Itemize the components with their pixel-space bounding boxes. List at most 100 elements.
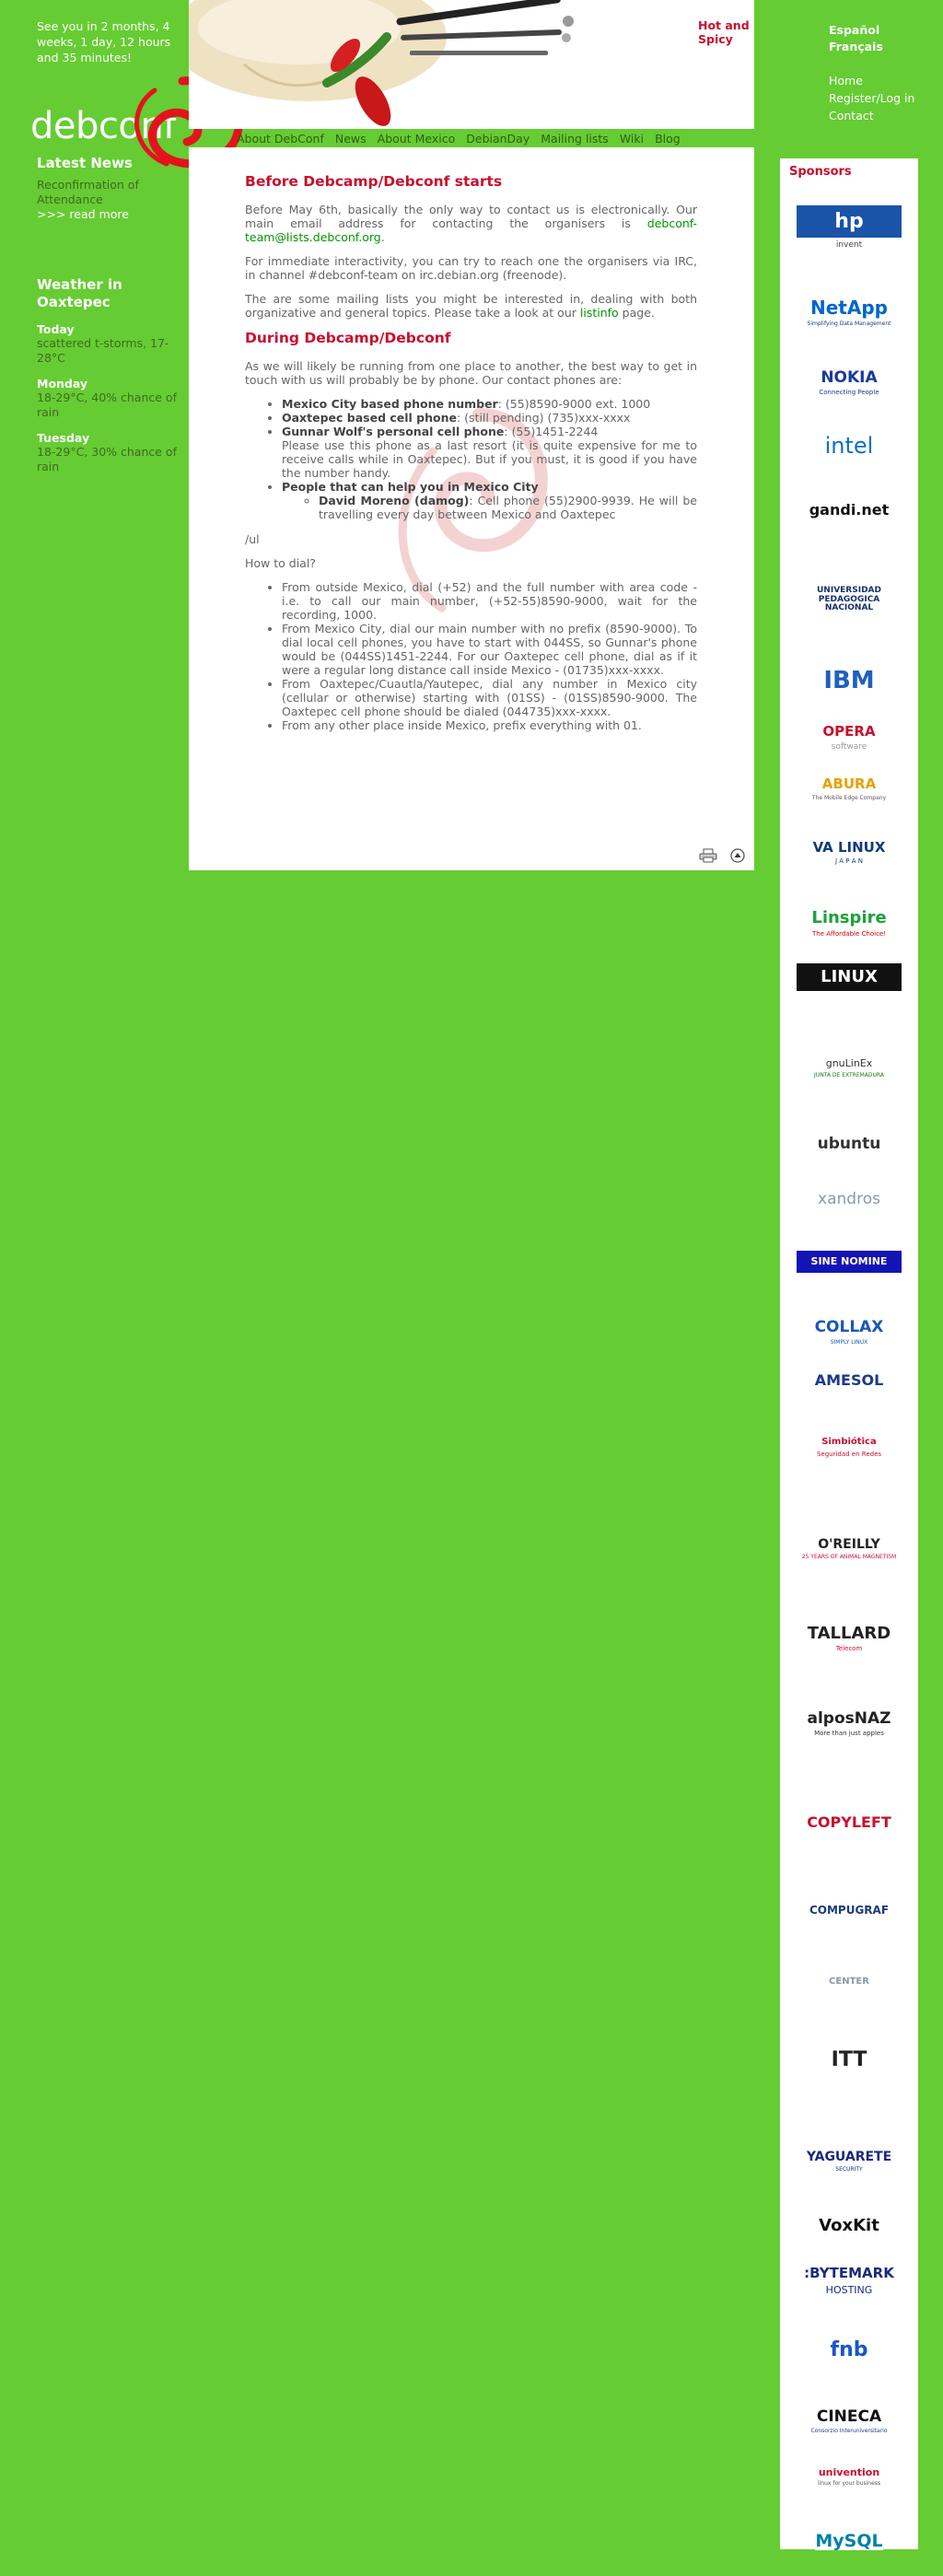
user-links: Home Register/Log in Contact [829,72,914,124]
nav-about-mexico[interactable]: About Mexico [378,131,456,147]
sponsor-logo[interactable]: NOKIA Connecting People [797,366,902,401]
sponsor-logo[interactable]: Simbiótica Seguridad en Redes [797,1406,902,1489]
sponsor-logo-subtext: 25 YEARS OF ANIMAL MAGNETISM [801,1554,897,1561]
weather-day-name: Today [37,322,75,336]
nav-blog[interactable]: Blog [655,131,681,147]
nav-debianday[interactable]: DebianDay [466,131,530,147]
weather-day-name: Tuesday [37,431,90,445]
sponsor-logo[interactable]: gnuLinEx JUNTA DE EXTREMADURA [797,1022,902,1114]
print-icon[interactable] [699,848,717,863]
sponsor-logo[interactable]: xandros [797,1174,902,1225]
nav-mailing-lists[interactable]: Mailing lists [541,131,609,147]
sponsor-logo[interactable]: YAGUARETE SECURITY [797,2125,902,2198]
sponsor-logo[interactable]: TALLARD Telecom [797,1618,902,1660]
weather-forecast: 18-29°C, 30% chance of rain [37,445,177,473]
sponsor-logo[interactable]: UNIVERSIDAD PEDAGOGICA NACIONAL [797,556,902,644]
sponsor-logo-text: ubuntu [817,1135,881,1154]
sponsor-logo-text: hp [797,204,902,239]
language-switcher: Español Français [829,22,883,55]
sponsor-logo-text: AMESOL [814,1371,884,1390]
sponsor-logo[interactable]: ubuntu [797,1127,902,1162]
sponsor-logo-text: univention [818,2465,880,2478]
sponsor-logo-text: intel [824,432,874,459]
sponsor-logo-subtext: Connecting People [819,389,879,397]
lang-francais[interactable]: Français [829,39,883,55]
sponsor-logo[interactable]: intel [797,412,902,481]
weather-day-name: Monday [37,377,88,390]
sponsor-logo-text: CENTER [829,1976,869,1987]
paragraph: The are some mailing lists you might be … [245,292,697,320]
section-heading: During Debcamp/Debconf [245,330,451,346]
sponsor-logo[interactable]: OPERA software [797,717,902,759]
list-item: Oaxtepec based cell phone: (still pendin… [282,411,697,425]
sponsor-logo[interactable]: fnb [797,2314,902,2387]
sponsor-logo[interactable]: ITT [797,2010,902,2111]
sponsor-logo-text: fnb [830,2338,868,2362]
sponsor-logo-text: MySQL [815,2530,883,2551]
sponsor-logo[interactable]: SINE NOMINE ASSOCIATES [797,1236,902,1300]
nav-news[interactable]: News [335,131,367,147]
sponsor-logo[interactable]: NetApp Simplifying Data Management [797,278,902,347]
read-more-link[interactable]: >>> read more [37,207,129,221]
sponsor-logo[interactable]: Linspire The Affordable Choice! [797,900,902,948]
sponsor-logo-subtext: SIMPLY LINUX [830,1338,868,1346]
list-item: Mexico City based phone number: (55)8590… [282,397,697,411]
sponsor-logo[interactable]: COMPUGRAF [797,1867,902,1954]
paragraph-text: page. [618,306,655,320]
sponsor-logo-text: Simbiótica [821,1437,877,1448]
weather-day: Monday 18-29°C, 40% chance of rain [37,377,184,420]
sponsor-logo-subtext: Seguridad en Redes [816,1450,882,1458]
phone-label: Oaxtepec based cell phone [282,411,457,425]
phone-value: : (still pending) (735)xxx-xxxx [456,411,631,425]
sponsor-logo-subtext: More than just apples [814,1730,884,1738]
list-item: From Mexico City, dial our main number w… [282,622,697,677]
sponsor-logo[interactable]: gandi.net [797,495,902,527]
sponsor-logo[interactable]: COLLAX SIMPLY LINUX [797,1314,902,1351]
phone-label: Gunnar Wolf's personal cell phone [282,425,505,438]
paragraph: How to dial? [245,556,316,570]
sponsor-logo-subtext: Telecom [835,1645,863,1653]
helper-list: David Moreno (damog): Cell phone (55)290… [282,494,697,521]
sponsor-logo[interactable]: VoxKit [797,2208,902,2244]
sponsor-logo[interactable]: univention linux for your business [797,2456,902,2498]
paragraph-text: . [380,230,385,244]
latest-news-title: Latest News [37,155,133,171]
list-item: People that can help you in Mexico City … [282,480,697,521]
paragraph-text: Before May 6th, basically the only way t… [245,203,697,230]
sponsor-logo[interactable]: alposNAZ More than just apples [797,1673,902,1775]
sponsor-logo[interactable]: ABURA The Mobile Edge Company [797,771,902,808]
sponsors-title: Sponsors [789,165,852,179]
weather-block: Weather in Oaxtepec Today scattered t-st… [37,276,184,474]
sponsor-logo[interactable]: COPYLEFT [797,1789,902,1858]
sponsor-logo-subtext: The Affordable Choice! [811,929,887,938]
sponsor-logo[interactable]: :BYTEMARK HOSTING [797,2258,902,2304]
sponsor-logo[interactable]: O'REILLY 25 YEARS OF ANIMAL MAGNETISM [797,1498,902,1600]
phone-label: Mexico City based phone number [282,397,498,411]
nav-wiki[interactable]: Wiki [620,131,644,147]
sponsor-logo-text: Linspire [811,908,887,928]
contact-link[interactable]: Contact [829,107,914,124]
paragraph: As we will likely be running from one pl… [245,359,697,387]
sponsor-logo-text: YAGUARETE [806,2149,892,2164]
sponsor-logo[interactable]: CENTER [797,1964,902,2000]
lang-espanol[interactable]: Español [829,22,883,39]
weather-day: Today scattered t-storms, 17-28°C [37,322,184,366]
register-login-link[interactable]: Register/Log in [829,89,914,107]
listinfo-link[interactable]: listinfo [580,306,619,320]
sponsor-logo[interactable]: AMESOL [797,1360,902,1402]
sponsor-logo[interactable]: VA LINUX J A P A N [797,820,902,886]
sponsor-logo-text: SINE NOMINE [797,1251,902,1273]
nav-about-debconf[interactable]: About DebConf [237,131,324,147]
sponsor-logo[interactable]: MySQL [797,2507,902,2576]
phone-list: Mexico City based phone number: (55)8590… [245,397,697,521]
section-heading: Before Debcamp/Debconf starts [245,173,503,190]
sponsor-logo-text: UNIVERSIDAD PEDAGOGICA NACIONAL [797,587,902,613]
sponsor-logo[interactable]: IBM [797,660,902,702]
sponsor-logo-subtext: J A P A N [835,857,863,866]
sponsor-logo[interactable]: CINECA Consorzio Interuniversitario [797,2396,902,2447]
back-to-top-icon[interactable] [730,848,745,863]
sponsor-logo[interactable]: hp invent [797,195,902,260]
home-link[interactable]: Home [829,72,914,89]
sponsor-logo[interactable]: LINUX [797,958,902,997]
sponsor-logo-text: OPERA [822,723,876,740]
